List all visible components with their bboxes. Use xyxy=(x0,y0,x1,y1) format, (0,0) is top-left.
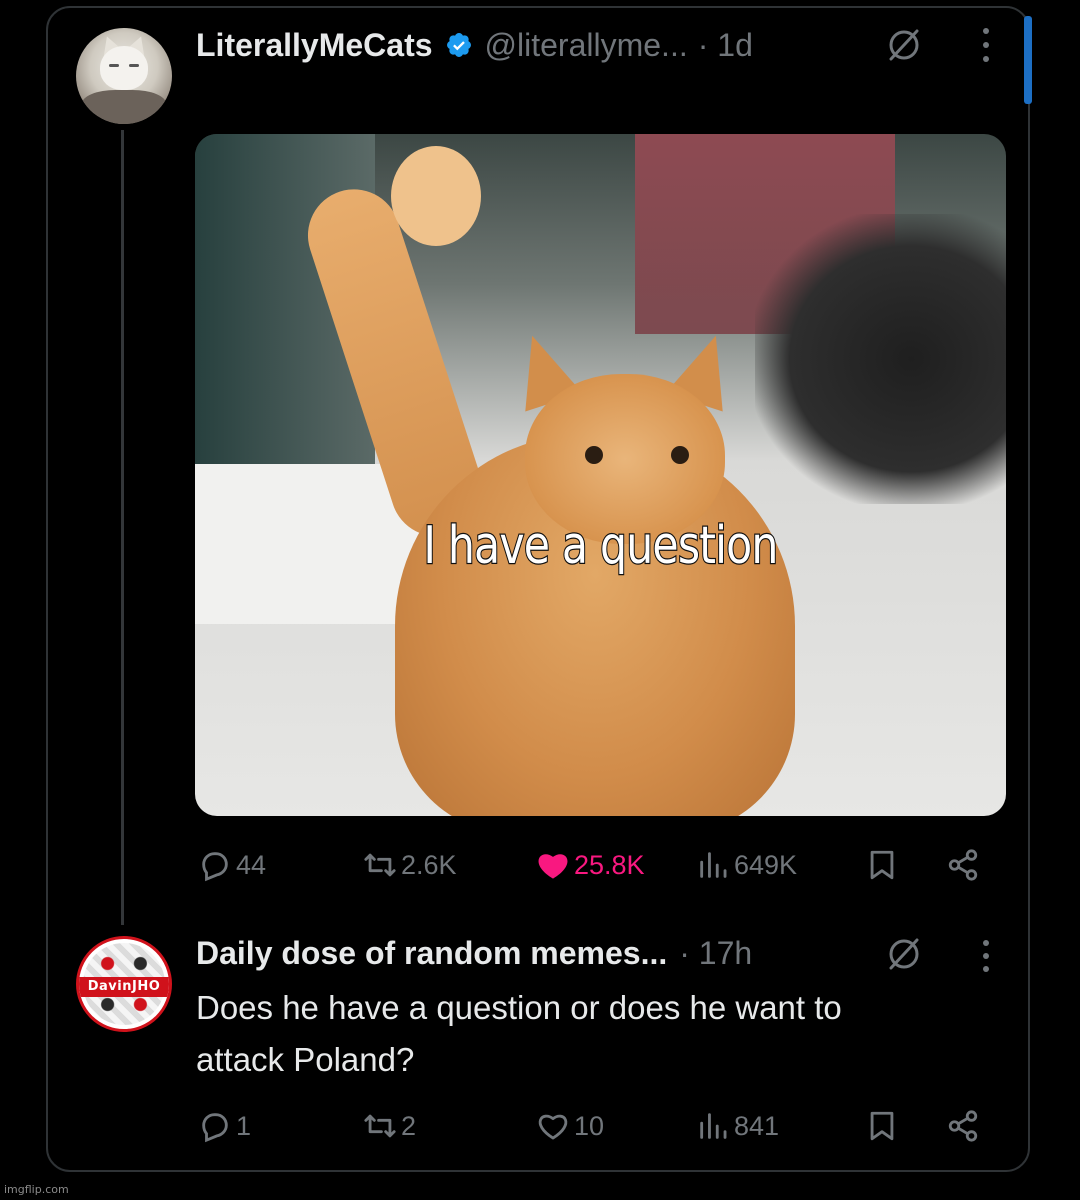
bookmark-icon xyxy=(870,850,894,880)
reply-action-bar: 1 2 10 841 xyxy=(198,1106,988,1146)
post-header: LiterallyMeCats @literallyme... · 1d xyxy=(196,25,753,65)
reply-text-line: Does he have a question or does he want … xyxy=(196,989,842,1026)
bookmark-icon xyxy=(870,1111,894,1141)
grok-icon[interactable] xyxy=(884,25,924,65)
views-button[interactable]: 649K xyxy=(696,845,797,885)
more-icon[interactable] xyxy=(980,940,992,972)
repost-icon xyxy=(364,853,396,877)
like-icon xyxy=(538,854,568,879)
cat-raised-paw xyxy=(391,146,481,246)
views-count: 649K xyxy=(734,849,798,880)
image-caption: I have a question xyxy=(422,515,779,578)
share-button[interactable] xyxy=(946,845,984,885)
reply-icon xyxy=(202,1113,228,1143)
post-action-bar: 44 2.6K 25.8K 649K xyxy=(198,845,988,885)
author-handle[interactable]: @literallyme... xyxy=(485,27,688,64)
like-button[interactable]: 10 xyxy=(536,1106,604,1146)
views-icon xyxy=(700,852,727,878)
bookmark-button[interactable] xyxy=(865,1106,903,1146)
author-name[interactable]: LiterallyMeCats xyxy=(196,27,433,64)
reply-button[interactable]: 44 xyxy=(198,845,266,885)
avatar-cat-paw xyxy=(82,90,166,124)
repost-count: 2 xyxy=(401,1110,417,1141)
watermark: imgflip.com xyxy=(4,1183,69,1196)
avatar-cat-eye xyxy=(129,64,139,67)
reply-icon xyxy=(202,852,228,882)
views-count: 841 xyxy=(734,1110,780,1141)
repost-button[interactable]: 2 xyxy=(363,1106,416,1146)
verified-icon xyxy=(445,31,473,59)
more-icon[interactable] xyxy=(980,28,992,62)
share-button[interactable] xyxy=(946,1106,984,1146)
like-count: 25.8K xyxy=(574,849,645,880)
thread-connector-line xyxy=(121,130,124,925)
cat-eye xyxy=(585,446,603,464)
reply-avatar[interactable]: DavinJHO xyxy=(76,936,172,1032)
reply-author-name[interactable]: Daily dose of random memes... xyxy=(196,935,667,972)
image-background xyxy=(755,214,1006,504)
reply-text-line: attack Poland? xyxy=(196,1041,415,1078)
grok-icon[interactable] xyxy=(884,934,924,974)
avatar-cat-face xyxy=(100,46,148,90)
reply-count: 44 xyxy=(236,849,267,880)
reply-avatar-label: DavinJHO xyxy=(79,977,169,997)
repost-icon xyxy=(364,1114,396,1138)
avatar-cat-eye xyxy=(109,64,119,67)
cat-eye xyxy=(671,446,689,464)
share-icon xyxy=(948,849,978,881)
reply-text: Does he have a question or does he want … xyxy=(196,982,996,1086)
post-time[interactable]: · 1d xyxy=(698,27,753,64)
reply-header: Daily dose of random memes... · 17h xyxy=(196,933,752,973)
reply-button[interactable]: 1 xyxy=(198,1106,251,1146)
repost-count: 2.6K xyxy=(401,849,457,880)
views-icon xyxy=(700,1113,727,1139)
like-button[interactable]: 25.8K xyxy=(536,845,645,885)
scrollbar[interactable] xyxy=(1024,16,1032,104)
like-count: 10 xyxy=(574,1110,605,1141)
post-image[interactable]: I have a question xyxy=(195,134,1006,816)
bookmark-button[interactable] xyxy=(865,845,903,885)
repost-button[interactable]: 2.6K xyxy=(363,845,457,885)
reply-time[interactable]: · 17h xyxy=(679,935,752,972)
reply-count: 1 xyxy=(236,1110,252,1141)
views-button[interactable]: 841 xyxy=(696,1106,779,1146)
share-icon xyxy=(948,1110,978,1142)
like-icon xyxy=(538,1114,568,1140)
avatar[interactable] xyxy=(76,28,172,124)
